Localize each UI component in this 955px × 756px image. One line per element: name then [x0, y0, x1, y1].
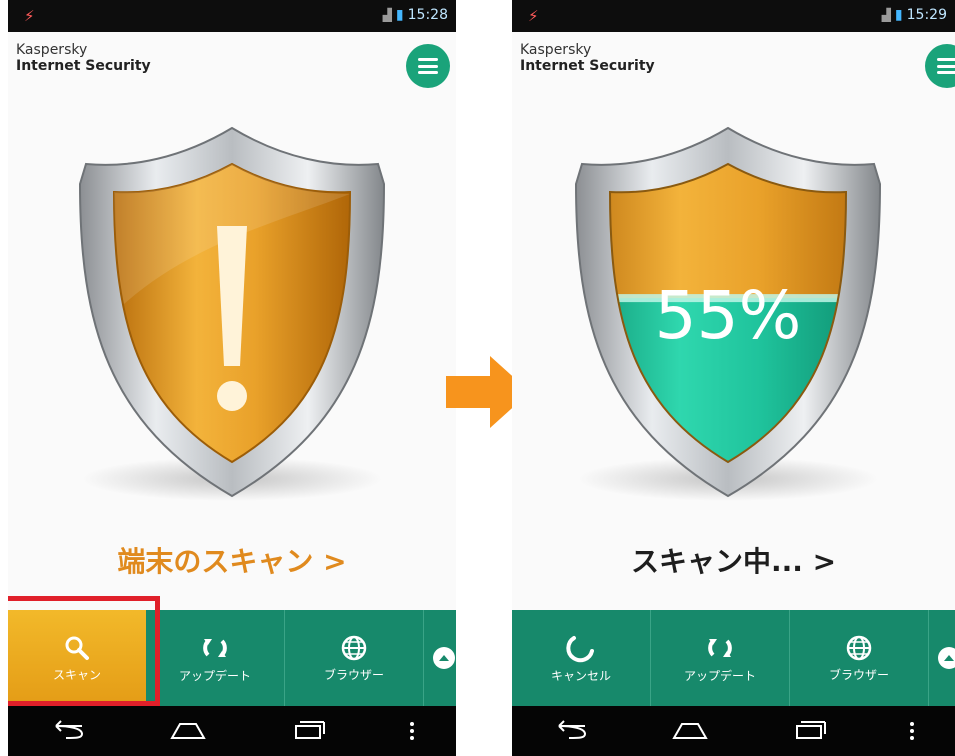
- update-icon: [203, 638, 227, 657]
- scanning-status-link[interactable]: スキャン中... >: [512, 540, 955, 580]
- toolbar-label: アップデート: [178, 668, 251, 683]
- bottom-toolbar: キャンセル アップデート ブラウザー: [512, 610, 955, 706]
- signal-icon: ▟: [881, 8, 891, 22]
- signal-icon: ▟: [382, 8, 392, 22]
- brand-name: Kaspersky: [16, 42, 88, 58]
- globe-icon: [341, 635, 367, 660]
- brand-product: Internet Security: [16, 58, 151, 74]
- left-phone-screen: ⚡ ▟▮15:28 Kaspersky Internet Security: [8, 0, 456, 756]
- app-brand: Kaspersky Internet Security: [16, 42, 151, 74]
- battery-icon: ▮: [894, 7, 903, 23]
- status-time: 15:29: [906, 7, 947, 23]
- app-brand: Kaspersky Internet Security: [520, 42, 655, 74]
- brand-product: Internet Security: [520, 58, 655, 74]
- notification-icon: ⚡: [528, 7, 539, 25]
- status-bar: ⚡ ▟ ▮ 15:29: [512, 0, 955, 32]
- recent-apps-icon[interactable]: [288, 720, 328, 742]
- shield-progress-icon: 55%: [574, 126, 882, 501]
- menu-icon: [418, 58, 438, 74]
- toolbar-label: アップデート: [683, 668, 756, 683]
- recent-apps-icon[interactable]: [789, 720, 829, 742]
- home-icon[interactable]: [168, 720, 208, 742]
- toolbar-label: ブラウザー: [828, 667, 889, 682]
- right-phone-screen: ⚡ ▟▮15:29 Kaspersky Internet Security: [512, 0, 955, 756]
- globe-icon: [846, 635, 872, 660]
- toolbar-browser-button[interactable]: ブラウザー: [285, 610, 424, 706]
- menu-button[interactable]: [925, 44, 955, 88]
- toolbar-browser-button[interactable]: ブラウザー: [790, 610, 929, 706]
- home-icon[interactable]: [670, 720, 710, 742]
- scan-device-link[interactable]: 端末のスキャン >: [8, 540, 456, 580]
- brand-name: Kaspersky: [520, 42, 592, 58]
- status-time: 15:28: [407, 7, 448, 23]
- back-icon[interactable]: [551, 720, 591, 742]
- toolbar-label: キャンセル: [550, 668, 611, 683]
- notification-icon: ⚡: [24, 7, 35, 25]
- chevron-up-icon: [938, 647, 955, 669]
- toolbar-more-button[interactable]: [424, 610, 456, 706]
- scan-highlight-frame: [8, 596, 160, 706]
- toolbar-label: ブラウザー: [323, 667, 384, 682]
- menu-icon: [937, 58, 955, 74]
- android-nav-bar: [8, 706, 456, 756]
- overflow-menu-icon[interactable]: [908, 720, 916, 742]
- toolbar-cancel-button[interactable]: キャンセル: [512, 610, 651, 706]
- shield-warning-icon: [78, 126, 386, 501]
- android-nav-bar: [512, 706, 955, 756]
- battery-icon: ▮: [395, 7, 404, 23]
- progress-percentage: 55%: [655, 277, 802, 354]
- toolbar-update-button[interactable]: アップデート: [651, 610, 790, 706]
- toolbar-update-button[interactable]: アップデート: [146, 610, 285, 706]
- toolbar-more-button[interactable]: [929, 610, 955, 706]
- chevron-up-icon: [433, 647, 455, 669]
- menu-button[interactable]: [406, 44, 450, 88]
- overflow-menu-icon[interactable]: [408, 720, 416, 742]
- cancel-spinner-icon: [566, 635, 594, 662]
- back-icon[interactable]: [48, 720, 88, 742]
- status-bar: ⚡ ▟ ▮ 15:28: [8, 0, 456, 32]
- update-icon: [708, 638, 732, 657]
